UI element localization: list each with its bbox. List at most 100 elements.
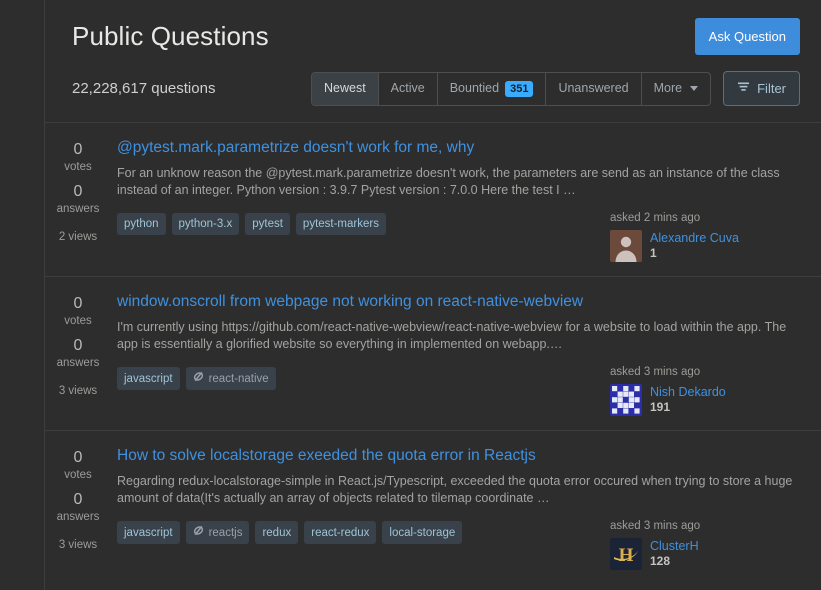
tag-pytest[interactable]: pytest	[245, 213, 290, 235]
tag-list: javascript react-native	[117, 365, 276, 390]
tag-javascript[interactable]: javascript	[117, 521, 180, 544]
tag-list: python python-3.x pytest pytest-markers	[117, 211, 386, 235]
answer-count: 0	[73, 183, 83, 200]
user-name-link[interactable]: Alexandre Cuva	[650, 230, 739, 246]
list-controls: Newest Active Bountied 351 Unanswered More Fi…	[310, 71, 800, 106]
question-excerpt: I'm currently using https://github.com/r…	[117, 320, 787, 351]
tag-label: reactjs	[208, 526, 243, 539]
vote-label: votes	[64, 161, 92, 173]
question-title-link[interactable]: @pytest.mark.parametrize doesn't work fo…	[117, 138, 800, 158]
answer-label: answers	[56, 357, 100, 369]
left-gutter	[0, 0, 44, 590]
tab-label: Bountied	[449, 81, 500, 95]
question-body: How to solve localstorage exeeded the qu…	[111, 446, 800, 570]
tab-label: Unanswered	[558, 81, 629, 95]
tag-react-redux[interactable]: react-redux	[304, 521, 377, 544]
ask-question-button[interactable]: Ask Question	[694, 18, 800, 55]
sort-tabs: Newest Active Bountied 351 Unanswered More	[310, 71, 712, 106]
chevron-down-icon	[690, 86, 699, 91]
vote-label: votes	[64, 315, 92, 327]
tag-label: javascript	[124, 526, 173, 539]
vote-label: votes	[64, 469, 92, 481]
tag-local-storage[interactable]: local-storage	[382, 521, 463, 544]
user-line: Alexandre Cuva 1	[610, 230, 800, 262]
asked-timestamp: asked 2 mins ago	[610, 212, 701, 224]
tab-unanswered[interactable]: Unanswered	[546, 72, 642, 105]
question-row: 0 votes 0 answers 2 views @pytest.mark.parame…	[45, 122, 821, 276]
question-footer: javascript react-native asked 3 mins ago Ni…	[117, 365, 800, 416]
user-card: asked 2 mins ago Alexandre Cuva 1	[610, 211, 800, 262]
question-list: 0 votes 0 answers 2 views @pytest.mark.parame…	[45, 122, 821, 584]
question-excerpt: For an unknow reason the @pytest.mark.pa…	[117, 166, 780, 197]
tag-python-3.x[interactable]: python-3.x	[171, 213, 240, 235]
question-body: @pytest.mark.parametrize doesn't work fo…	[111, 138, 800, 262]
vote-count: 0	[73, 141, 83, 158]
view-count: 2 views	[58, 231, 98, 243]
avatar[interactable]	[610, 384, 642, 416]
question-stats: 0 votes 0 answers 3 views	[45, 446, 111, 570]
question-stats: 0 votes 0 answers 2 views	[45, 138, 111, 262]
tag-label: local-storage	[389, 526, 456, 539]
answer-count: 0	[73, 337, 83, 354]
tag-label: react-native	[208, 372, 269, 385]
question-body: window.onscroll from webpage not working…	[111, 292, 800, 416]
filter-button-label: Filter	[757, 80, 786, 96]
question-stats: 0 votes 0 answers 3 views	[45, 292, 111, 416]
question-excerpt: Regarding redux-localstorage-simple in R…	[117, 474, 793, 505]
asked-timestamp: asked 3 mins ago	[610, 520, 701, 532]
answer-label: answers	[56, 203, 100, 215]
user-line: Nish Dekardo 191	[610, 384, 800, 416]
view-count: 3 views	[58, 539, 98, 551]
tab-label: Active	[390, 81, 425, 95]
question-title-link[interactable]: How to solve localstorage exeeded the qu…	[117, 446, 800, 466]
user-reputation: 1	[650, 246, 657, 260]
user-name-link[interactable]: Nish Dekardo	[650, 384, 726, 400]
user-reputation: 191	[650, 400, 671, 414]
svg-text:H: H	[619, 545, 634, 566]
tag-label: redux	[262, 526, 292, 539]
tag-label: pytest-markers	[302, 218, 379, 230]
tag-label: pytest	[252, 218, 283, 230]
user-name-link[interactable]: ClusterH	[650, 538, 699, 554]
filter-button[interactable]: Filter	[723, 71, 800, 106]
question-row: 0 votes 0 answers 3 views How to solve locals…	[45, 430, 821, 584]
tag-label: react-redux	[311, 526, 370, 539]
user-meta: ClusterH 128	[650, 538, 699, 569]
answer-label: answers	[56, 511, 100, 523]
user-meta: Alexandre Cuva 1	[650, 230, 739, 261]
answer-count: 0	[73, 491, 83, 508]
questions-subheader: 22,228,617 questions Newest Active Bountie…	[45, 55, 821, 106]
tag-python[interactable]: python	[117, 213, 166, 235]
tag-react-native[interactable]: react-native	[185, 367, 276, 390]
user-card: asked 3 mins ago H ClusterH 128	[610, 519, 800, 570]
asked-timestamp: asked 3 mins ago	[610, 366, 701, 378]
tab-active[interactable]: Active	[379, 72, 438, 105]
page-header: Public Questions Ask Question	[45, 0, 821, 55]
tag-label: python-3.x	[178, 218, 233, 230]
tab-more[interactable]: More	[642, 73, 710, 105]
tag-javascript[interactable]: javascript	[117, 367, 180, 390]
avatar[interactable]	[610, 230, 642, 262]
tab-label: More	[653, 81, 683, 95]
tab-bountied[interactable]: Bountied 351	[438, 72, 547, 105]
tag-redux[interactable]: redux	[255, 521, 299, 544]
tab-newest[interactable]: Newest	[311, 72, 379, 105]
ignored-tag-icon	[193, 525, 204, 540]
tag-label: python	[124, 218, 159, 230]
question-row: 0 votes 0 answers 3 views window.onscroll fro…	[45, 276, 821, 430]
questions-page: Public Questions Ask Question 22,228,617…	[0, 0, 821, 590]
user-reputation: 128	[650, 554, 671, 568]
tag-pytest-markers[interactable]: pytest-markers	[295, 213, 386, 235]
tab-label: Newest	[323, 81, 366, 95]
tag-list: javascript reactjs redux react-redux local-s…	[117, 519, 463, 544]
tag-label: javascript	[124, 372, 173, 385]
tab-badge: 351	[505, 80, 534, 97]
question-title-link[interactable]: window.onscroll from webpage not working…	[117, 292, 800, 312]
vote-count: 0	[73, 449, 83, 466]
ignored-tag-icon	[193, 371, 204, 386]
avatar[interactable]: H	[610, 538, 642, 570]
view-count: 3 views	[58, 385, 98, 397]
tag-reactjs[interactable]: reactjs	[185, 521, 250, 544]
user-meta: Nish Dekardo 191	[650, 384, 726, 415]
vote-count: 0	[73, 295, 83, 312]
